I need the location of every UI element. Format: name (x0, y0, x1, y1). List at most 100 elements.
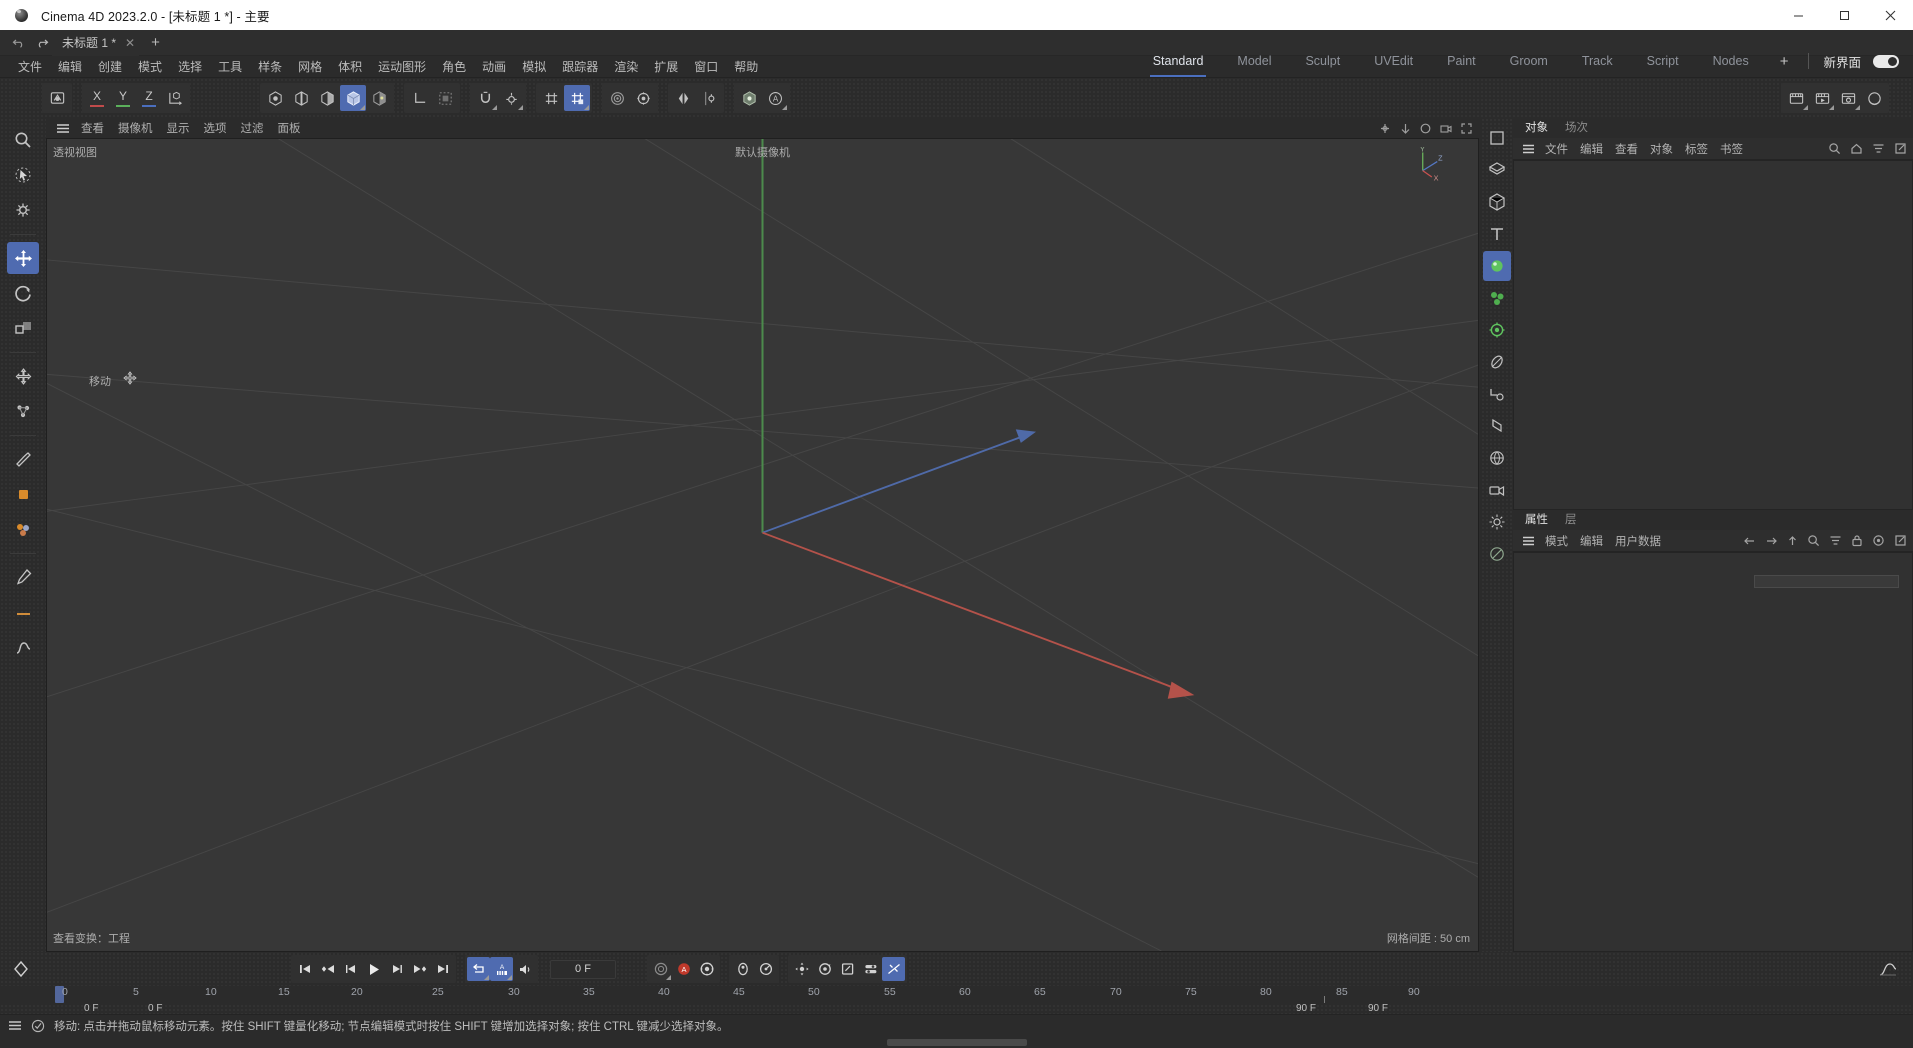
menu-item-14[interactable]: 渲染 (606, 56, 646, 78)
grid-snap-icon[interactable] (538, 85, 564, 111)
range-end-right-field[interactable]: 90 F (1368, 1003, 1388, 1014)
keyframe-selection-icon[interactable] (731, 957, 754, 981)
cube-primitive-icon[interactable] (1483, 123, 1511, 153)
bottom-scrollbar[interactable] (0, 1036, 1913, 1048)
loop-icon[interactable] (467, 957, 490, 981)
material-sphere-icon[interactable] (1861, 85, 1887, 111)
search-icon[interactable] (1828, 142, 1841, 155)
hamburger-icon[interactable] (52, 117, 74, 139)
knife-icon[interactable] (7, 443, 39, 475)
position-key-icon[interactable] (790, 957, 813, 981)
object-axis-icon[interactable] (406, 85, 432, 111)
layout-tab-sculpt[interactable]: Sculpt (1288, 44, 1357, 78)
render-picture-viewer-icon[interactable] (1809, 85, 1835, 111)
search-icon[interactable] (1807, 534, 1820, 547)
fcurve-icon[interactable] (1876, 957, 1899, 981)
viewport-menu-2[interactable]: 显示 (160, 120, 197, 136)
bend-deformer-icon[interactable] (1483, 347, 1511, 377)
om-menu-4[interactable]: 标签 (1679, 141, 1714, 157)
record-active-objects-icon[interactable] (695, 957, 718, 981)
layout-tab-model[interactable]: Model (1220, 44, 1288, 78)
workplane-icon[interactable] (432, 85, 458, 111)
filter-icon[interactable] (1872, 142, 1885, 155)
symmetry-settings-icon[interactable] (696, 85, 722, 111)
go-to-start-icon[interactable] (293, 957, 316, 981)
edge-mode-icon[interactable] (288, 85, 314, 111)
selection-settings-icon[interactable] (7, 194, 39, 226)
camera-icon[interactable] (1439, 122, 1453, 135)
axis-x-button[interactable]: X (84, 85, 110, 111)
window-minimize-button[interactable] (1775, 0, 1821, 30)
layout-tab-nodes[interactable]: Nodes (1696, 44, 1766, 78)
menu-item-13[interactable]: 跟踪器 (554, 56, 606, 78)
snap-enabled-icon[interactable] (564, 85, 590, 111)
expand-icon[interactable] (1894, 142, 1907, 155)
menu-item-3[interactable]: 模式 (130, 56, 170, 78)
menu-item-0[interactable]: 文件 (10, 56, 50, 78)
menu-item-2[interactable]: 创建 (90, 56, 130, 78)
perspective-viewport[interactable]: 透视视图 默认摄像机 查看变换：工程 网格间距 : 50 cm 移动 Y Z X (46, 138, 1479, 952)
workplane-move-icon[interactable] (7, 395, 39, 427)
go-to-end-icon[interactable] (431, 957, 454, 981)
object-list[interactable] (1513, 160, 1913, 510)
cloner-icon[interactable] (1483, 283, 1511, 313)
annotation-icon[interactable]: A (762, 85, 788, 111)
range-current-field[interactable]: 0 F (148, 1003, 162, 1014)
lock-icon[interactable] (1851, 534, 1863, 547)
live-selection-icon[interactable] (7, 159, 39, 191)
layout-tab-uvedit[interactable]: UVEdit (1357, 44, 1430, 78)
environment-icon[interactable] (1483, 443, 1511, 473)
attribute-field-stub[interactable] (1754, 575, 1899, 588)
camera-icon[interactable] (1483, 475, 1511, 505)
home-icon[interactable] (1850, 142, 1863, 155)
light-icon[interactable] (1483, 507, 1511, 537)
om-menu-1[interactable]: 编辑 (1574, 141, 1609, 157)
step-forward-icon[interactable] (385, 957, 408, 981)
am-menu-0[interactable]: 模式 (1539, 533, 1574, 549)
step-back-icon[interactable] (339, 957, 362, 981)
live-selection-icon[interactable] (44, 85, 70, 111)
record-position-icon[interactable] (649, 957, 672, 981)
plane-primitive-icon[interactable] (1483, 155, 1511, 185)
field-icon[interactable] (1483, 379, 1511, 409)
prev-key-icon[interactable] (316, 957, 339, 981)
point-mode-icon[interactable] (262, 85, 288, 111)
menu-item-10[interactable]: 角色 (434, 56, 474, 78)
menu-item-11[interactable]: 动画 (474, 56, 514, 78)
deformer-icon[interactable] (604, 85, 630, 111)
up-arrow-icon[interactable] (1787, 535, 1798, 547)
paint-icon[interactable] (7, 513, 39, 545)
am-menu-2[interactable]: 用户数据 (1609, 533, 1667, 549)
menu-item-15[interactable]: 扩展 (646, 56, 686, 78)
hamburger-icon[interactable] (1517, 530, 1539, 552)
autokey-icon[interactable]: A (490, 957, 513, 981)
scale-key-icon[interactable] (836, 957, 859, 981)
magnet-icon[interactable] (472, 85, 498, 111)
material-chip-icon[interactable] (7, 478, 39, 510)
menu-item-8[interactable]: 体积 (330, 56, 370, 78)
menu-item-1[interactable]: 编辑 (50, 56, 90, 78)
point-level-anim-icon[interactable] (882, 957, 905, 981)
viewport-menu-1[interactable]: 摄像机 (111, 120, 160, 136)
tab-layers[interactable]: 层 (1561, 511, 1590, 530)
pan-icon[interactable] (1378, 122, 1392, 135)
next-key-icon[interactable] (408, 957, 431, 981)
filter-icon[interactable] (1829, 534, 1842, 547)
document-tab[interactable]: 未标题 1 * ✕ (52, 29, 140, 56)
om-menu-0[interactable]: 文件 (1539, 141, 1574, 157)
layout-tab-standard[interactable]: Standard (1136, 44, 1221, 78)
redo-icon[interactable] (30, 32, 52, 54)
menu-item-16[interactable]: 窗口 (686, 56, 726, 78)
brush-icon[interactable] (7, 561, 39, 593)
rotation-key-icon[interactable] (813, 957, 836, 981)
line-icon[interactable] (7, 596, 39, 628)
check-circle-icon[interactable] (31, 1019, 45, 1033)
animation-mode-icon[interactable] (754, 957, 777, 981)
play-icon[interactable] (362, 957, 385, 981)
green-sphere-icon[interactable] (1483, 251, 1511, 281)
symmetry-icon[interactable] (670, 85, 696, 111)
keyframe-diamond-icon[interactable] (12, 960, 30, 978)
model-mode-icon[interactable] (340, 85, 366, 111)
move-tool-icon[interactable] (7, 242, 39, 274)
hamburger-icon[interactable] (8, 1020, 22, 1031)
